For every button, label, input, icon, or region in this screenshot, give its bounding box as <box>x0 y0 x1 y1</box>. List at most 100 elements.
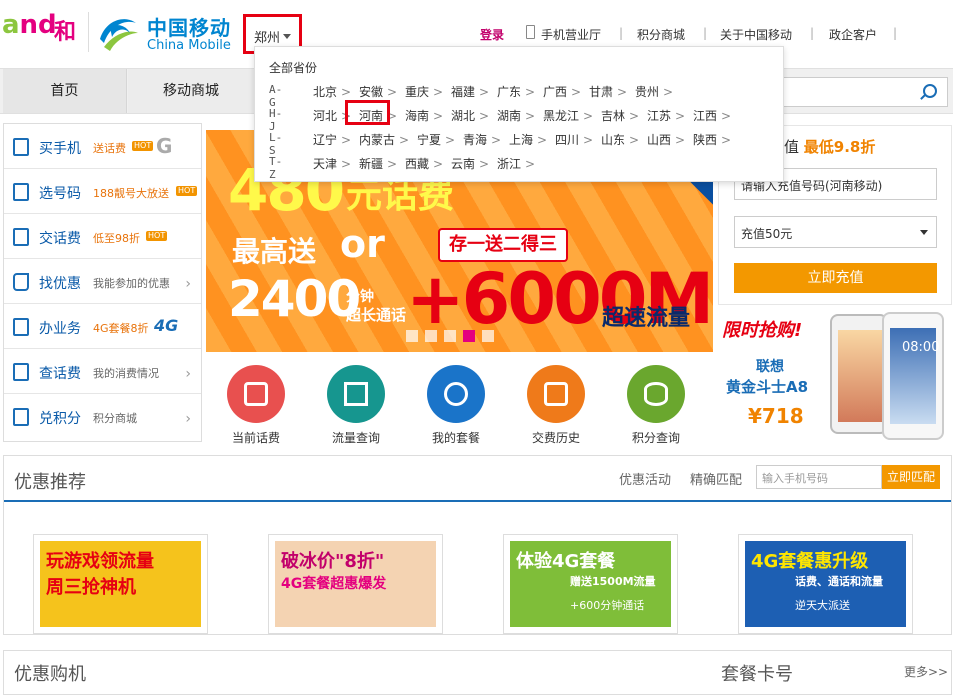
province-link[interactable]: 浙江 > <box>497 155 535 172</box>
china-mobile-logo-icon[interactable] <box>96 13 142 53</box>
province-link[interactable]: 甘肃 > <box>589 83 627 100</box>
sidebar-item-buy-phone[interactable]: 买手机 送话费 HOT G <box>4 124 201 169</box>
quick-link-data-query[interactable]: 流量查询 <box>311 365 401 445</box>
province-link[interactable]: 新疆 > <box>359 155 397 172</box>
province-link[interactable]: 辽宁 > <box>313 131 351 148</box>
quick-link-label: 积分查询 <box>631 431 680 445</box>
quick-link-label: 交费历史 <box>531 431 580 445</box>
phone-clock: 08:00 <box>902 340 940 355</box>
recharge-button[interactable]: 立即充值 <box>734 263 937 293</box>
province-link[interactable]: 安徽 > <box>359 83 397 100</box>
province-link[interactable]: 黑龙江 > <box>543 107 593 124</box>
recharge-amount-value: 充值50元 <box>741 227 793 241</box>
province-link[interactable]: 山东 > <box>601 131 639 148</box>
hot-badge: HOT <box>176 186 198 196</box>
province-link[interactable]: 江苏 > <box>647 107 685 124</box>
topnav-separator: | <box>893 26 898 40</box>
phone-image: 08:00 <box>882 312 944 440</box>
phone-image <box>830 314 888 434</box>
tag-icon <box>13 273 29 291</box>
province-link[interactable]: 北京 > <box>313 83 351 100</box>
quick-link-current-bill[interactable]: 当前话费 <box>211 365 301 445</box>
sidebar-item-find-offers[interactable]: 找优惠 我能参加的优惠 › <box>4 259 201 304</box>
all-provinces-link[interactable]: 全部省份 <box>269 59 317 76</box>
province-link[interactable]: 青海 > <box>463 131 501 148</box>
province-link[interactable]: 重庆 > <box>405 83 443 100</box>
promo-header: 优惠推荐 优惠活动 精确匹配 输入手机号码 立即匹配 <box>4 456 951 502</box>
province-link[interactable]: 四川 > <box>555 131 593 148</box>
mobile-phone-icon <box>526 25 535 39</box>
quick-link-points-query[interactable]: 积分查询 <box>611 365 701 445</box>
recharge-amount-select[interactable]: 充值50元 <box>734 216 937 248</box>
promo-card-image: 破冰价"8折" 4G套餐超惠爆发 <box>275 541 436 627</box>
province-link[interactable]: 宁夏 > <box>417 131 455 148</box>
province-link[interactable]: 上海 > <box>509 131 547 148</box>
banner-minutes-desc: 超长通话 <box>346 306 407 324</box>
nav-mall[interactable]: 移动商城 <box>128 69 254 113</box>
carousel-dot[interactable] <box>425 330 437 342</box>
province-link[interactable]: 内蒙古 > <box>359 131 409 148</box>
and-logo[interactable]: and <box>2 12 57 38</box>
carousel-dot[interactable] <box>406 330 418 342</box>
province-link[interactable]: 江西 > <box>693 107 731 124</box>
online-hall-link[interactable]: 手机营业厅 <box>541 26 601 43</box>
province-link[interactable]: 湖北 > <box>451 107 489 124</box>
service-sidebar: 买手机 送话费 HOT G 选号码 188靓号大放送 HOT 交话费 低至98折… <box>3 123 202 442</box>
sidebar-item-label: 兑积分 <box>39 411 81 427</box>
list-icon <box>327 365 385 423</box>
promo-activity-link[interactable]: 优惠活动 <box>619 469 671 488</box>
province-link[interactable]: 吉林 > <box>601 107 639 124</box>
about-link[interactable]: 关于中国移动 <box>720 26 792 43</box>
sidebar-item-check-bill[interactable]: 查话费 我的消费情况 › <box>4 349 201 394</box>
section-title: 优惠推荐 <box>14 472 86 493</box>
match-button[interactable]: 立即匹配 <box>882 465 940 489</box>
promo-section: 优惠推荐 优惠活动 精确匹配 输入手机号码 立即匹配 玩游戏领流量 周三抢神机 … <box>3 455 952 635</box>
quick-link-my-plan[interactable]: 我的套餐 <box>411 365 501 445</box>
province-link[interactable]: 广西 > <box>543 83 581 100</box>
promo-card[interactable]: 破冰价"8折" 4G套餐超惠爆发 <box>268 534 443 634</box>
sidebar-item-redeem-points[interactable]: 兑积分 积分商城 › <box>4 394 201 439</box>
province-group-label: L-S <box>269 131 283 157</box>
promo-card[interactable]: 4G套餐惠升级 话费、通话和流量 逆天大派送 <box>738 534 913 634</box>
points-mall-link[interactable]: 积分商城 <box>637 26 685 43</box>
province-link[interactable]: 山西 > <box>647 131 685 148</box>
sidebar-item-pay-bill[interactable]: 交话费 低至98折 HOT <box>4 214 201 259</box>
search-icon[interactable] <box>923 84 937 98</box>
topnav-separator: | <box>619 26 624 40</box>
section-title: 套餐卡号 <box>721 664 793 685</box>
phone-ad[interactable]: 限时抢购! 联想 黄金斗士A8 ¥718 08:00 <box>718 308 952 445</box>
province-link[interactable]: 云南 > <box>451 155 489 172</box>
quick-link-payment-history[interactable]: 交费历史 <box>511 365 601 445</box>
province-link[interactable]: 贵州 > <box>635 83 673 100</box>
enterprise-link[interactable]: 政企客户 <box>829 26 877 43</box>
sidebar-item-choose-number[interactable]: 选号码 188靓号大放送 HOT <box>4 169 201 214</box>
province-link[interactable]: 陕西 > <box>693 131 731 148</box>
topnav-separator: | <box>810 26 815 40</box>
province-dropdown: 全部省份 A-G 北京 > 安徽 > 重庆 > 福建 > 广东 > 广西 > 甘肃 > 贵州 >… <box>254 46 784 182</box>
carousel-dot[interactable] <box>444 330 456 342</box>
sidebar-item-sub: 低至98折 <box>93 232 140 245</box>
carousel-dot-active[interactable] <box>463 330 475 342</box>
selected-province-highlight <box>345 100 390 125</box>
phone-number-input[interactable]: 输入手机号码 <box>756 465 882 489</box>
province-link[interactable]: 广东 > <box>497 83 535 100</box>
carousel-dot[interactable] <box>482 330 494 342</box>
sidebar-item-business[interactable]: 办业务 4G套餐8折 4G <box>4 304 201 349</box>
section-title: 优惠购机 <box>14 664 86 685</box>
province-link[interactable]: 海南 > <box>405 107 443 124</box>
sidebar-item-label: 交话费 <box>39 231 81 247</box>
more-link[interactable]: 更多>> <box>904 663 948 680</box>
promo-card[interactable]: 体验4G套餐 赠送1500M流量 +600分钟通话 <box>503 534 678 634</box>
login-link[interactable]: 登录 <box>480 26 504 43</box>
province-link[interactable]: 福建 > <box>451 83 489 100</box>
pie-chart-icon <box>427 365 485 423</box>
province-link[interactable]: 天津 > <box>313 155 351 172</box>
province-link[interactable]: 湖南 > <box>497 107 535 124</box>
province-link[interactable]: 西藏 > <box>405 155 443 172</box>
promo-card[interactable]: 玩游戏领流量 周三抢神机 <box>33 534 208 634</box>
province-group-label: A-G <box>269 83 283 109</box>
caret-down-icon <box>920 230 928 235</box>
nav-home[interactable]: 首页 <box>3 69 127 113</box>
sidebar-item-sub: 188靓号大放送 <box>93 187 169 200</box>
exact-match-link[interactable]: 精确匹配 <box>690 469 742 488</box>
